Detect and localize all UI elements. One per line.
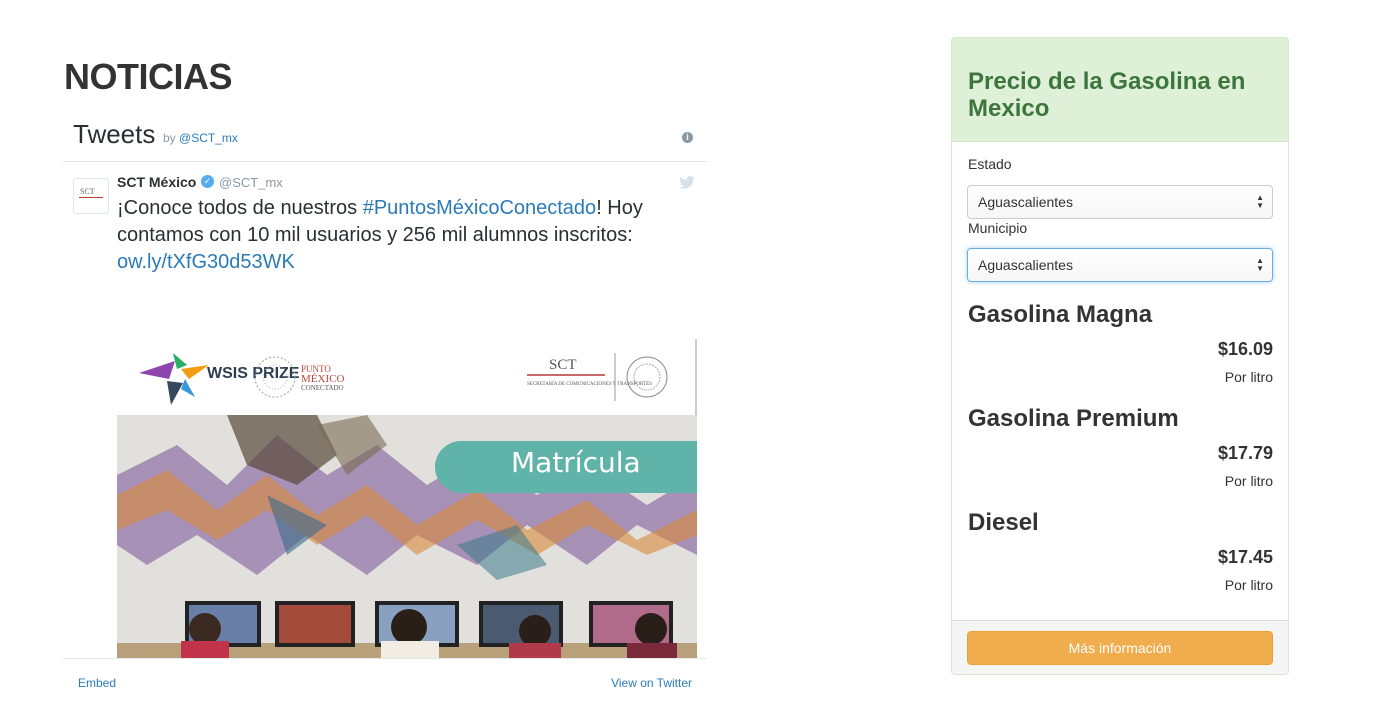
svg-text:SECRETARÍA DE COMUNICACIONES Y: SECRETARÍA DE COMUNICACIONES Y TRANSPORT… xyxy=(527,381,652,387)
estado-label: Estado xyxy=(968,156,1012,172)
fuel-name-diesel: Diesel xyxy=(968,509,1039,536)
more-info-button[interactable]: Más información xyxy=(967,631,1273,665)
fuel-price-magna: $16.09 xyxy=(1217,339,1273,359)
timeline-header: Tweets by @SCT_mx i xyxy=(63,112,707,162)
tweet-text: ¡Conoce todos de nuestros #PuntosMéxicoC… xyxy=(117,195,697,276)
news-title: NOTICIAS xyxy=(64,56,233,97)
verified-badge-icon: ✓ xyxy=(201,175,214,188)
select-arrows-icon: ▲ ▼ xyxy=(1256,256,1264,273)
estado-select[interactable]: Aguascalientes ▲ ▼ xyxy=(967,185,1273,219)
panel-title: Precio de la Gasolina en Mexico xyxy=(968,68,1246,122)
gas-price-panel: Precio de la Gasolina en Mexico Estado A… xyxy=(951,37,1289,675)
view-on-twitter-link[interactable]: View on Twitter xyxy=(611,676,692,690)
select-arrows-icon: ▲ ▼ xyxy=(1256,193,1264,210)
fuel-price-premium: $17.79 xyxy=(1217,443,1273,463)
fuel-unit-premium: Por litro xyxy=(1224,473,1273,489)
fuel-unit-diesel: Por litro xyxy=(1224,577,1273,593)
timeline-owner-link[interactable]: @SCT_mx xyxy=(179,131,238,145)
fuel-name-premium: Gasolina Premium xyxy=(968,405,1179,432)
timeline-footer: Embed View on Twitter xyxy=(63,658,707,706)
media-overlay-label: Matrícula xyxy=(511,446,641,479)
tweet-text-start: ¡Conoce todos de nuestros xyxy=(117,197,363,219)
svg-text:SCT: SCT xyxy=(549,357,577,373)
tweet-author-name[interactable]: SCT México xyxy=(117,174,196,190)
avatar[interactable]: SCT xyxy=(73,178,109,214)
info-icon[interactable]: i xyxy=(682,132,693,143)
municipio-select[interactable]: Aguascalientes ▲ ▼ xyxy=(967,248,1273,282)
tweet-url-link[interactable]: ow.ly/tXfG30d53WK xyxy=(117,251,295,273)
embed-link[interactable]: Embed xyxy=(78,676,116,690)
twitter-bird-icon[interactable] xyxy=(679,176,695,189)
panel-body: Estado Aguascalientes ▲ ▼ Municipio Aguas… xyxy=(952,142,1288,620)
panel-footer: Más información xyxy=(952,620,1288,674)
media-logo-banner: WSIS PRIZE PUNTO MÉXICO CONECTADO SCT SE… xyxy=(117,339,697,415)
estado-select-value: Aguascalientes xyxy=(978,194,1073,210)
tweet-media-image[interactable]: WSIS PRIZE PUNTO MÉXICO CONECTADO SCT SE… xyxy=(117,339,697,659)
fuel-price-diesel: $17.45 xyxy=(1217,547,1273,567)
timeline-title: Tweets xyxy=(73,119,156,149)
tweet: SCT SCT México ✓ @SCT_mx ¡Conoce todos d… xyxy=(63,162,707,659)
municipio-label: Municipio xyxy=(968,220,1028,236)
wsis-logo-text: WSIS PRIZE xyxy=(207,365,300,382)
municipio-select-value: Aguascalientes xyxy=(978,257,1073,273)
fuel-name-magna: Gasolina Magna xyxy=(968,301,1153,328)
fuel-unit-magna: Por litro xyxy=(1224,369,1273,385)
wsis-logo: WSIS PRIZE xyxy=(139,353,300,405)
timeline-by: by @SCT_mx xyxy=(163,131,238,145)
media-logos: WSIS PRIZE PUNTO MÉXICO CONECTADO SCT SE… xyxy=(139,353,668,405)
timeline-by-prefix: by xyxy=(163,131,176,145)
svg-text:CONECTADO: CONECTADO xyxy=(301,384,344,392)
tweet-hashtag-link[interactable]: #PuntosMéxicoConectado xyxy=(363,197,596,219)
tweet-author-handle[interactable]: @SCT_mx xyxy=(219,175,283,190)
panel-heading: Precio de la Gasolina en Mexico xyxy=(952,38,1288,142)
sct-logo: SCT SECRETARÍA DE COMUNICACIONES Y TRANS… xyxy=(527,353,668,401)
twitter-timeline-widget: Tweets by @SCT_mx i SCT SCT México ✓ @SC… xyxy=(63,112,707,706)
